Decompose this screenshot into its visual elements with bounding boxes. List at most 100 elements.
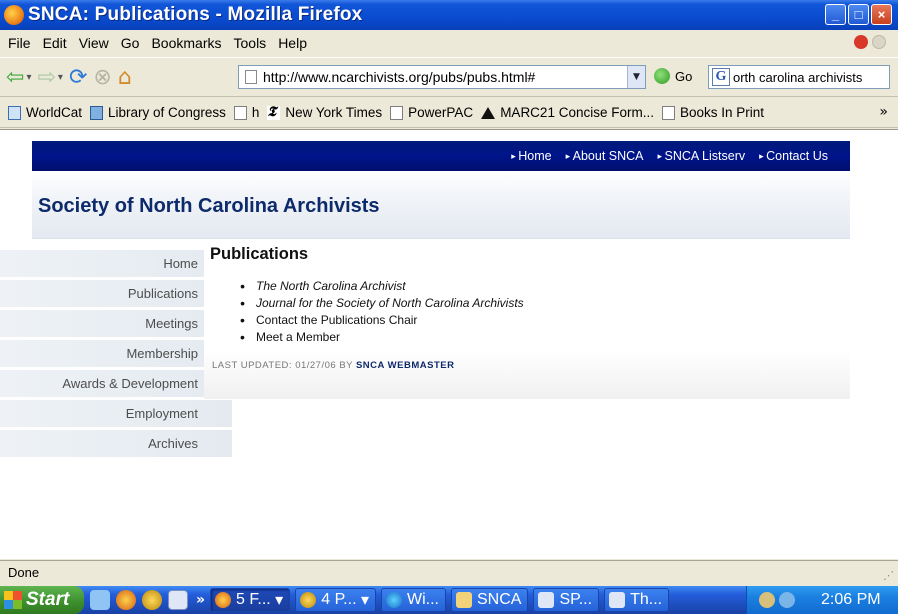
bookmark-h[interactable]: h: [233, 105, 259, 120]
page-icon: [661, 105, 675, 120]
taskbar-button-sp[interactable]: SP...: [533, 588, 600, 612]
dropdown-icon: ▾: [270, 592, 284, 609]
window-title: SNCA: Publications - Mozilla Firefox: [28, 4, 363, 25]
top-link-about[interactable]: About SNCA: [566, 149, 644, 163]
main-content: Publications The North Carolina Archivis…: [204, 239, 850, 399]
word-quicklaunch-icon[interactable]: [168, 590, 188, 610]
clock[interactable]: 2:06 PM: [821, 591, 881, 609]
last-updated-text: LAST UPDATED: 01/27/06 BY: [212, 360, 353, 371]
publication-link-meet-member[interactable]: Meet a Member: [240, 329, 850, 346]
menu-file[interactable]: File: [8, 35, 31, 51]
bookmark-library-of-congress[interactable]: Library of Congress: [90, 105, 226, 120]
stop-loading-icon: [854, 35, 868, 49]
bookmark-worldcat[interactable]: WorldCat: [8, 105, 82, 120]
firefox-icon: [215, 592, 232, 608]
page-icon: [390, 105, 404, 120]
taskbar-button-opera[interactable]: 4 P... ▾: [295, 588, 376, 612]
minimize-button[interactable]: _: [825, 4, 846, 25]
site-top-nav: Home About SNCA SNCA Listserv Contact Us: [32, 141, 850, 171]
publication-link-journal[interactable]: Journal for the Society of North Carolin…: [240, 295, 850, 312]
resize-grip-icon[interactable]: ⋰: [883, 569, 894, 582]
menu-view[interactable]: View: [79, 35, 109, 51]
menu-go[interactable]: Go: [121, 35, 140, 51]
bookmark-powerpac[interactable]: PowerPAC: [390, 105, 473, 120]
close-button[interactable]: ×: [871, 4, 892, 25]
sidebar-item-archives[interactable]: Archives: [0, 430, 232, 457]
loc-icon: [90, 105, 104, 120]
show-desktop-icon[interactable]: [90, 590, 110, 610]
opera-quicklaunch-icon[interactable]: [142, 590, 162, 610]
top-link-listserv[interactable]: SNCA Listserv: [658, 149, 746, 163]
windows-logo-icon: [4, 591, 22, 609]
worldcat-icon: [8, 105, 21, 120]
webmaster-link[interactable]: SNCA WEBMASTER: [356, 360, 454, 371]
address-bar[interactable]: http://www.ncarchivists.org/pubs/pubs.ht…: [238, 65, 646, 89]
stop-icon[interactable]: ⊗: [93, 65, 111, 90]
menu-bookmarks[interactable]: Bookmarks: [151, 35, 221, 51]
sidebar-item-employment[interactable]: Employment: [0, 400, 232, 427]
forward-arrow-icon[interactable]: ⇨: [37, 65, 55, 90]
taskbar-button-th[interactable]: Th...: [604, 588, 670, 612]
home-icon[interactable]: ⌂: [118, 65, 132, 90]
sidebar-item-meetings[interactable]: Meetings: [0, 310, 232, 337]
publication-link-contact-chair[interactable]: Contact the Publications Chair: [240, 312, 850, 329]
start-label: Start: [26, 589, 70, 610]
page-icon: [245, 70, 257, 84]
navigation-toolbar: ⇦ ▾ ⇨ ▾ ⟳ ⊗ ⌂ http://www.ncarchivists.or…: [0, 57, 898, 97]
sidebar-item-membership[interactable]: Membership: [0, 340, 232, 367]
triangle-icon: [481, 106, 496, 119]
volume-icon[interactable]: [779, 592, 795, 608]
app-icon: [538, 592, 555, 608]
network-icon[interactable]: [759, 592, 775, 608]
back-arrow-icon[interactable]: ⇦: [6, 65, 24, 90]
taskbar-button-firefox[interactable]: 5 F... ▾: [210, 588, 291, 612]
system-tray: 2:06 PM: [746, 586, 898, 614]
site-sidebar: Home Publications Meetings Membership Aw…: [0, 250, 232, 460]
search-bar[interactable]: G orth carolina archivists: [708, 65, 890, 89]
sidebar-item-awards[interactable]: Awards & Development: [0, 370, 232, 397]
google-icon[interactable]: G: [712, 68, 730, 86]
bookmark-books-in-print[interactable]: Books In Print: [661, 105, 764, 120]
status-bar: Done ⋰: [0, 560, 898, 584]
menu-bar: File Edit View Go Bookmarks Tools Help: [0, 30, 898, 56]
forward-dropdown-icon[interactable]: ▾: [58, 72, 63, 83]
sidebar-item-publications[interactable]: Publications: [0, 280, 232, 307]
top-link-contact[interactable]: Contact Us: [759, 149, 828, 163]
reload-icon[interactable]: ⟳: [69, 65, 87, 90]
url-dropdown-icon[interactable]: ▼: [627, 66, 645, 88]
last-updated: LAST UPDATED: 01/27/06 BY SNCA WEBMASTER: [212, 360, 850, 371]
firefox-icon: [4, 5, 24, 25]
top-link-home[interactable]: Home: [511, 149, 551, 163]
bookmark-marc21[interactable]: MARC21 Concise Form...: [481, 105, 654, 120]
browser-icon: [386, 592, 402, 608]
search-query[interactable]: orth carolina archivists: [733, 70, 862, 85]
menu-edit[interactable]: Edit: [43, 35, 67, 51]
window-titlebar[interactable]: SNCA: Publications - Mozilla Firefox _ □…: [0, 0, 898, 30]
doc-icon: [609, 592, 626, 608]
nyt-icon: 𝕿: [267, 105, 281, 120]
window-controls: _ □ ×: [825, 4, 892, 25]
site-title: Society of North Carolina Archivists: [38, 195, 380, 217]
folder-icon: [456, 592, 472, 608]
menu-tools[interactable]: Tools: [234, 35, 267, 51]
publication-link-nc-archivist[interactable]: The North Carolina Archivist: [240, 278, 850, 295]
maximize-button[interactable]: □: [848, 4, 869, 25]
status-text: Done: [8, 565, 40, 580]
page-content: Home About SNCA SNCA Listserv Contact Us…: [0, 129, 898, 559]
throbber: [854, 35, 886, 49]
url-text[interactable]: http://www.ncarchivists.org/pubs/pubs.ht…: [263, 69, 535, 85]
menu-help[interactable]: Help: [278, 35, 307, 51]
firefox-quicklaunch-icon[interactable]: [116, 590, 136, 610]
quicklaunch-overflow-icon[interactable]: »: [196, 592, 205, 608]
opera-icon: [300, 592, 317, 608]
bookmarks-overflow-icon[interactable]: »: [879, 104, 888, 120]
go-button[interactable]: Go: [654, 68, 692, 84]
sidebar-item-home[interactable]: Home: [0, 250, 232, 277]
start-button[interactable]: Start: [0, 586, 84, 614]
site-banner: Society of North Carolina Archivists: [32, 171, 850, 239]
bookmarks-toolbar: WorldCat Library of Congress h 𝕿 New York…: [0, 98, 898, 128]
taskbar-button-wi[interactable]: Wi...: [381, 588, 446, 612]
taskbar-button-snca-folder[interactable]: SNCA: [451, 588, 529, 612]
bookmark-new-york-times[interactable]: 𝕿 New York Times: [267, 105, 382, 120]
back-dropdown-icon[interactable]: ▾: [26, 72, 31, 83]
